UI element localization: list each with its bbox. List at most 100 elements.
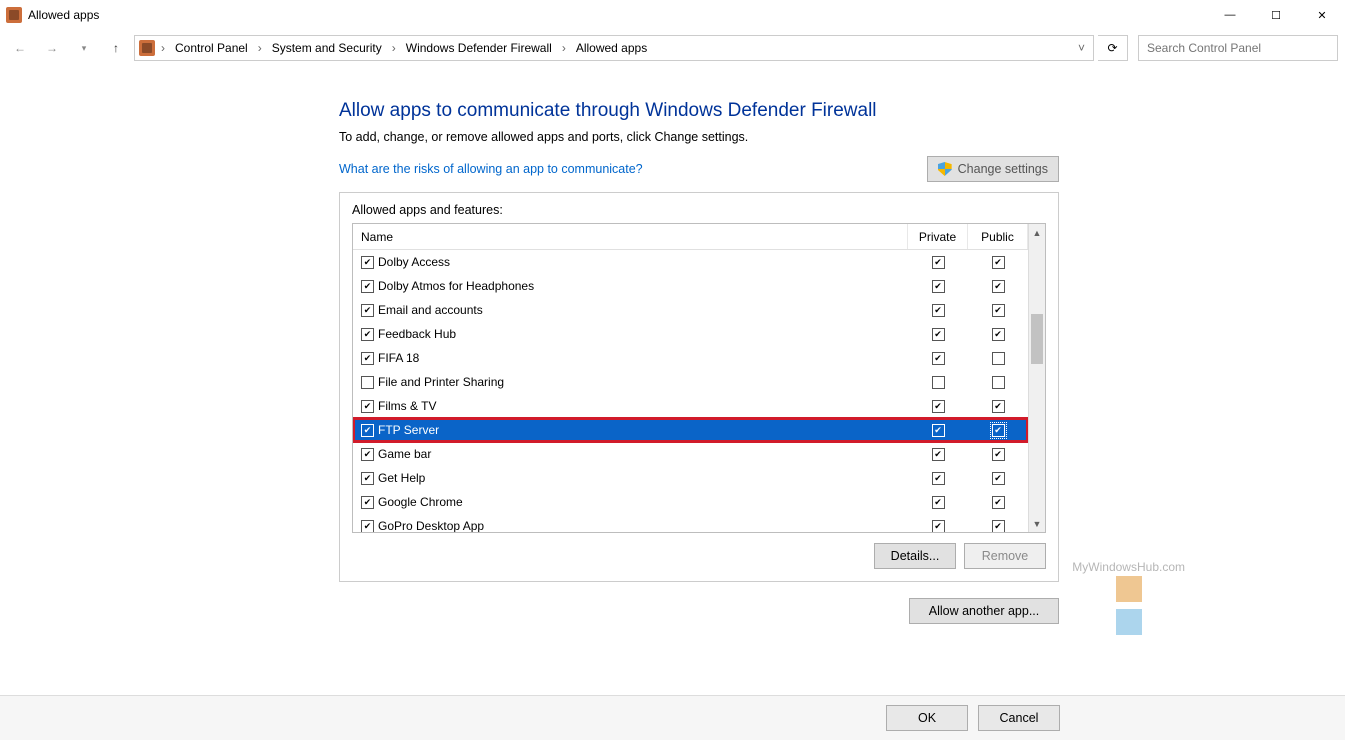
app-row[interactable]: Game bar <box>353 442 1028 466</box>
column-public[interactable]: Public <box>968 224 1028 249</box>
app-enable-checkbox[interactable] <box>361 328 374 341</box>
private-checkbox[interactable] <box>932 472 945 485</box>
allow-another-app-button[interactable]: Allow another app... <box>909 598 1059 624</box>
app-row[interactable]: GoPro Desktop App <box>353 514 1028 532</box>
private-checkbox[interactable] <box>932 256 945 269</box>
public-checkbox[interactable] <box>992 328 1005 341</box>
column-name[interactable]: Name <box>353 224 908 249</box>
address-icon <box>139 40 155 56</box>
public-checkbox[interactable] <box>992 352 1005 365</box>
private-checkbox[interactable] <box>932 448 945 461</box>
address-dropdown[interactable]: ˅ <box>1074 41 1089 55</box>
app-name-label: File and Printer Sharing <box>378 375 504 389</box>
private-checkbox[interactable] <box>932 304 945 317</box>
private-checkbox[interactable] <box>932 400 945 413</box>
app-row[interactable]: FTP Server <box>353 418 1028 442</box>
list-header: Name Private Public <box>353 224 1028 250</box>
back-button[interactable]: ← <box>6 34 34 62</box>
app-row[interactable]: Dolby Access <box>353 250 1028 274</box>
chevron-right-icon: › <box>560 41 568 55</box>
app-enable-checkbox[interactable] <box>361 496 374 509</box>
app-enable-checkbox[interactable] <box>361 424 374 437</box>
search-box[interactable] <box>1138 35 1338 61</box>
close-button[interactable]: ✕ <box>1299 0 1345 30</box>
maximize-button[interactable]: ☐ <box>1253 0 1299 30</box>
scroll-up-icon[interactable]: ▲ <box>1029 224 1045 241</box>
public-checkbox[interactable] <box>992 280 1005 293</box>
app-row[interactable]: FIFA 18 <box>353 346 1028 370</box>
private-checkbox[interactable] <box>932 496 945 509</box>
minimize-button[interactable]: — <box>1207 0 1253 30</box>
app-name-label: Dolby Atmos for Headphones <box>378 279 534 293</box>
breadcrumb-item[interactable]: Windows Defender Firewall <box>402 39 556 57</box>
ok-button[interactable]: OK <box>886 705 968 731</box>
app-row[interactable]: Email and accounts <box>353 298 1028 322</box>
app-enable-checkbox[interactable] <box>361 280 374 293</box>
app-name-label: Google Chrome <box>378 495 463 509</box>
app-enable-checkbox[interactable] <box>361 472 374 485</box>
public-checkbox[interactable] <box>992 424 1005 437</box>
public-checkbox[interactable] <box>992 448 1005 461</box>
column-private[interactable]: Private <box>908 224 968 249</box>
private-checkbox[interactable] <box>932 376 945 389</box>
cancel-button[interactable]: Cancel <box>978 705 1060 731</box>
breadcrumb-item[interactable]: Control Panel <box>171 39 252 57</box>
app-name-label: FTP Server <box>378 423 439 437</box>
public-checkbox[interactable] <box>992 304 1005 317</box>
app-enable-checkbox[interactable] <box>361 520 374 533</box>
refresh-button[interactable]: ⟳ <box>1098 35 1128 61</box>
app-icon <box>6 7 22 23</box>
recent-dropdown[interactable]: ▾ <box>70 34 98 62</box>
breadcrumb-item[interactable]: System and Security <box>268 39 386 57</box>
app-enable-checkbox[interactable] <box>361 376 374 389</box>
scroll-down-icon[interactable]: ▼ <box>1029 515 1045 532</box>
up-button[interactable]: ↑ <box>102 34 130 62</box>
app-name-label: FIFA 18 <box>378 351 419 365</box>
app-enable-checkbox[interactable] <box>361 352 374 365</box>
app-row[interactable]: Dolby Atmos for Headphones <box>353 274 1028 298</box>
page-subtext: To add, change, or remove allowed apps a… <box>339 130 1059 144</box>
public-checkbox[interactable] <box>992 472 1005 485</box>
public-checkbox[interactable] <box>992 376 1005 389</box>
app-row[interactable]: File and Printer Sharing <box>353 370 1028 394</box>
app-enable-checkbox[interactable] <box>361 448 374 461</box>
scroll-thumb[interactable] <box>1031 314 1043 364</box>
forward-button[interactable]: → <box>38 34 66 62</box>
public-checkbox[interactable] <box>992 400 1005 413</box>
chevron-right-icon: › <box>390 41 398 55</box>
private-checkbox[interactable] <box>932 520 945 533</box>
page-heading: Allow apps to communicate through Window… <box>339 100 1059 122</box>
app-name-label: Get Help <box>378 471 425 485</box>
address-bar[interactable]: › Control Panel › System and Security › … <box>134 35 1094 61</box>
app-row[interactable]: Films & TV <box>353 394 1028 418</box>
private-checkbox[interactable] <box>932 328 945 341</box>
details-button[interactable]: Details... <box>874 543 956 569</box>
app-row[interactable]: Get Help <box>353 466 1028 490</box>
app-enable-checkbox[interactable] <box>361 256 374 269</box>
private-checkbox[interactable] <box>932 352 945 365</box>
search-input[interactable] <box>1145 40 1331 56</box>
app-enable-checkbox[interactable] <box>361 304 374 317</box>
private-checkbox[interactable] <box>932 280 945 293</box>
scrollbar[interactable]: ▲ ▼ <box>1028 224 1045 532</box>
public-checkbox[interactable] <box>992 496 1005 509</box>
public-checkbox[interactable] <box>992 256 1005 269</box>
shield-icon <box>938 162 952 176</box>
remove-button[interactable]: Remove <box>964 543 1046 569</box>
change-settings-button[interactable]: Change settings <box>927 156 1059 182</box>
allowed-apps-group: Allowed apps and features: Name Private … <box>339 192 1059 582</box>
public-checkbox[interactable] <box>992 520 1005 533</box>
app-name-label: Email and accounts <box>378 303 483 317</box>
private-checkbox[interactable] <box>932 424 945 437</box>
watermark: MyWindowsHub.com <box>1072 560 1185 640</box>
apps-list: Name Private Public Dolby Access Dolby At… <box>352 223 1046 533</box>
breadcrumb-item[interactable]: Allowed apps <box>572 39 651 57</box>
chevron-right-icon: › <box>256 41 264 55</box>
app-row[interactable]: Feedback Hub <box>353 322 1028 346</box>
app-row[interactable]: Google Chrome <box>353 490 1028 514</box>
app-enable-checkbox[interactable] <box>361 400 374 413</box>
content-area: Allow apps to communicate through Window… <box>0 66 1345 695</box>
change-settings-label: Change settings <box>958 162 1048 176</box>
dialog-button-bar: OK Cancel <box>0 695 1345 740</box>
risks-link[interactable]: What are the risks of allowing an app to… <box>339 162 643 176</box>
